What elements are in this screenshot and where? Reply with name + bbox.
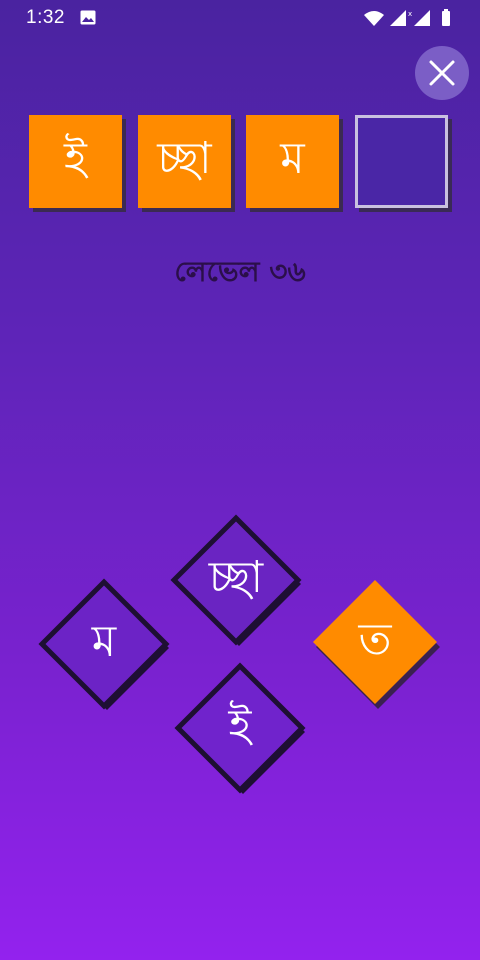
battery-icon	[442, 9, 450, 26]
answer-slot[interactable]: চ্ছা	[138, 115, 235, 212]
answer-slot[interactable]: ই	[29, 115, 126, 212]
answer-slot-letter	[355, 115, 448, 208]
answer-slot-empty[interactable]	[355, 115, 452, 212]
answer-slot-letter: ম	[246, 115, 339, 208]
close-button[interactable]	[415, 46, 469, 100]
signal-icon: x	[390, 10, 412, 26]
answer-slot[interactable]: ম	[246, 115, 343, 212]
level-label: লেভেল ৩৬	[174, 255, 306, 288]
status-bar: 1:32 x	[0, 0, 480, 36]
image-icon	[80, 10, 96, 25]
close-icon	[429, 60, 455, 86]
answer-slot-letter: চ্ছা	[138, 115, 231, 208]
tile-letter: ই	[228, 699, 252, 751]
tile-letter: ম	[91, 615, 117, 667]
letter-tile-selected[interactable]: ত	[307, 574, 443, 710]
signal-icon	[414, 10, 430, 26]
letter-tile[interactable]: ম	[36, 576, 172, 712]
answer-slot-letter: ই	[29, 115, 122, 208]
tile-letter: চ্ছা	[208, 551, 264, 603]
wifi-icon	[364, 11, 384, 26]
status-time: 1:32	[26, 7, 65, 28]
svg-text:x: x	[408, 10, 412, 18]
tile-letter: ত	[358, 613, 392, 665]
status-icons: x	[362, 9, 458, 27]
letter-tile[interactable]: চ্ছা	[168, 512, 304, 648]
letter-tile[interactable]: ই	[172, 660, 308, 796]
